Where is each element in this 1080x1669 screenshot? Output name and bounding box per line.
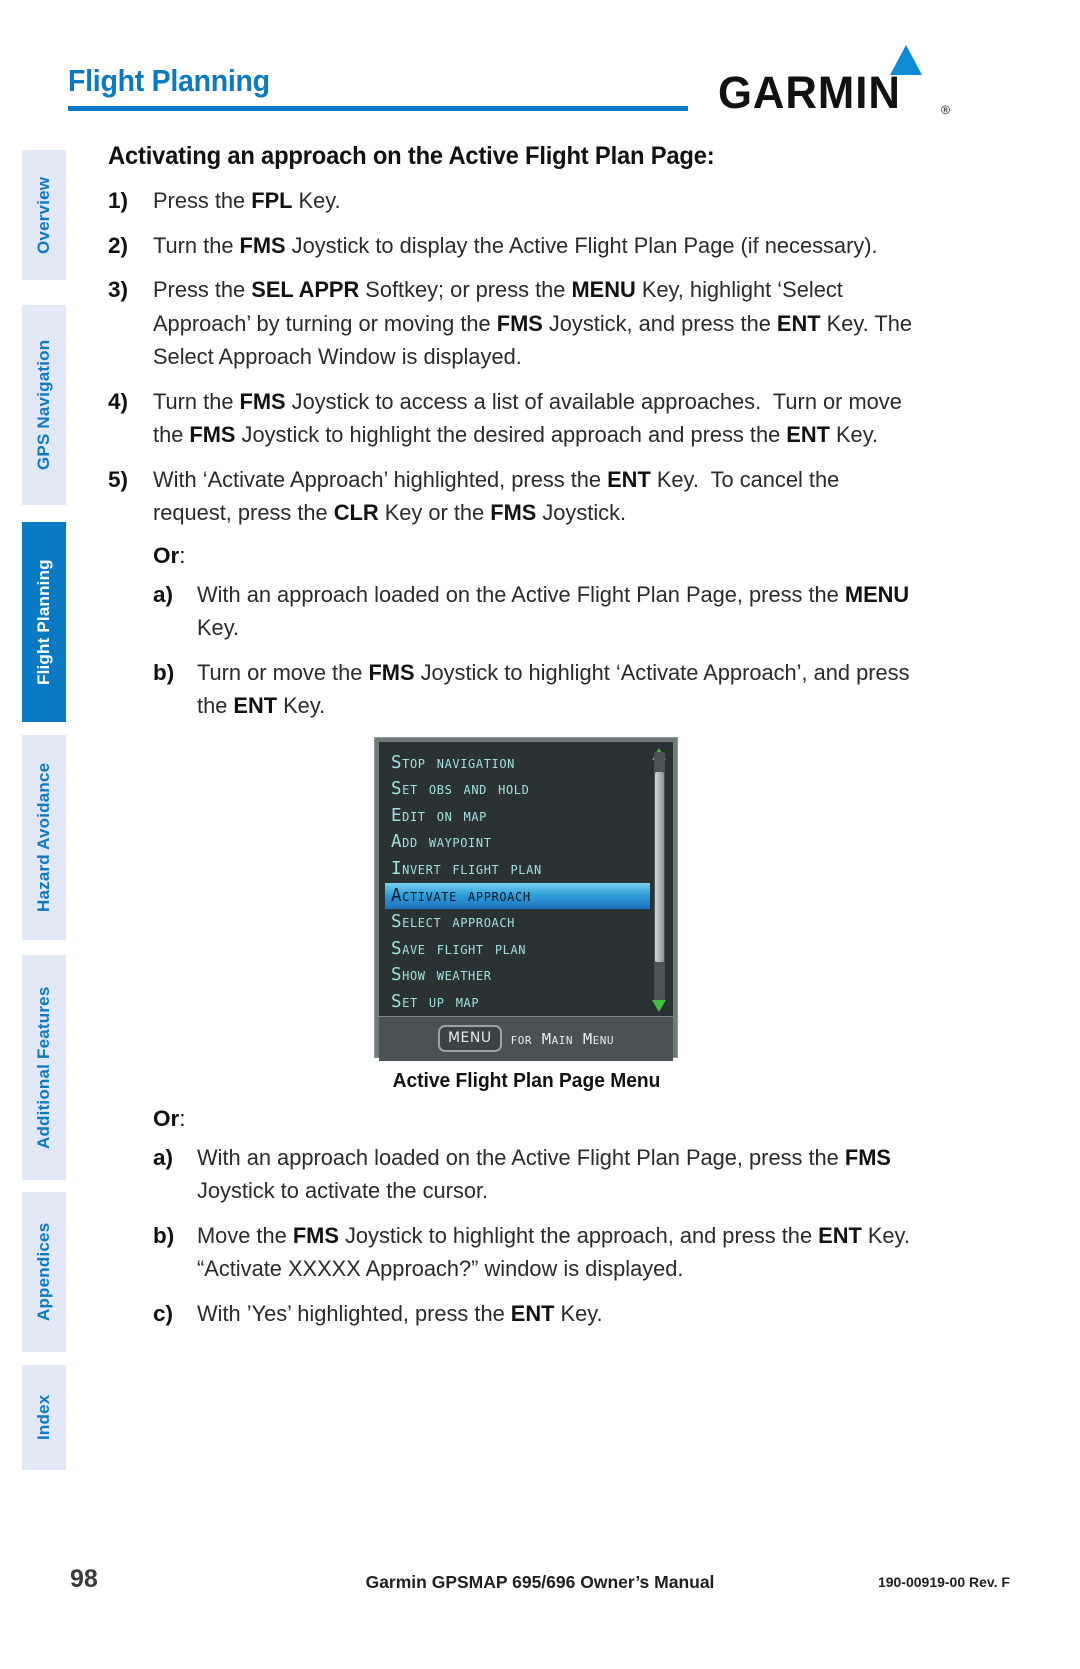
scrollbar-thumb[interactable] <box>655 771 664 962</box>
step-text: Press the SEL APPR Softkey; or press the… <box>153 277 912 370</box>
substep-a-text: With an approach loaded on the Active Fl… <box>197 581 910 641</box>
step-marker: 2) <box>108 232 129 258</box>
or-word-2: Or <box>153 1105 180 1131</box>
substep-b-text: With an approach loaded on the Active Fl… <box>197 1144 891 1204</box>
or-label-2: Or: <box>153 1106 944 1132</box>
device-menu-item[interactable]: Show Weather <box>389 962 673 989</box>
substep-list-1: a) With an approach loaded on the Active … <box>153 578 944 723</box>
device-screen-inner: Stop Navigation Set OBS and Hold Edit on M… <box>379 741 673 1061</box>
step-1: 1) Press the FPL Key. <box>108 184 944 218</box>
substep-a-2: b) Turn or move the FMS Joystick to highl… <box>153 656 944 723</box>
sidebar-tab-index[interactable]: Index <box>22 1365 66 1470</box>
sidebar-tab-label: Additional Features <box>34 986 53 1149</box>
sidebar-tab-label: Hazard Avoidance <box>34 762 53 913</box>
device-menu-item[interactable]: Stop Navigation <box>389 750 673 777</box>
step-text: With ‘Activate Approach’ highlighted, pr… <box>153 466 840 526</box>
sidebar-tab-additional-features[interactable]: Additional Features <box>22 955 66 1180</box>
page-footer: 98 Garmin GPSMAP 695/696 Owner’s Manual … <box>0 1565 1080 1599</box>
step-marker: 3) <box>108 277 129 303</box>
gps-device-screen: Stop Navigation Set OBS and Hold Edit on M… <box>374 736 678 1061</box>
device-menu-item[interactable]: Set Up Map <box>389 989 673 1016</box>
substep-b-text: Move the FMS Joystick to highlight the a… <box>197 1222 916 1282</box>
device-menu-item[interactable]: Invert Flight Plan <box>389 856 673 883</box>
substep-a-marker: a) <box>153 581 174 607</box>
or-word-1: Or <box>153 542 180 568</box>
sidebar-tab-label: Appendices <box>34 1222 53 1322</box>
section-heading: Activating an approach on the Active Fli… <box>108 142 715 170</box>
step-5: 5) With ‘Activate Approach’ highlighted, … <box>108 463 944 530</box>
header-divider <box>68 106 688 111</box>
substep-b-marker: a) <box>153 1144 174 1170</box>
sidebar-tab-label: GPS Navigation <box>34 339 53 471</box>
step-text: Press the FPL Key. <box>153 188 341 213</box>
step-marker: 5) <box>108 466 129 492</box>
main-content: Activating an approach on the Active Fli… <box>108 142 944 1341</box>
footer-part-number: 190-00919-00 Rev. F <box>877 1574 1010 1590</box>
device-footer-hint: MENU for Main Menu <box>379 1015 673 1061</box>
registered-mark: ® <box>941 103 950 117</box>
sidebar-tab-label: Index <box>34 1394 53 1441</box>
step-text: Turn the FMS Joystick to display the Act… <box>153 232 878 258</box>
substep-b-2: b) Move the FMS Joystick to highlight the… <box>153 1219 944 1286</box>
substep-b-1: a) With an approach loaded on the Active … <box>153 1141 944 1208</box>
substep-b-marker: b) <box>153 1222 175 1248</box>
substep-b-marker: c) <box>153 1300 174 1326</box>
sidebar-tab-hazard-avoidance[interactable]: Hazard Avoidance <box>22 735 66 940</box>
substep-a-1: a) With an approach loaded on the Active … <box>153 578 944 645</box>
device-menu-item-selected[interactable]: Activate Approach <box>385 882 650 910</box>
garmin-logo: GARMIN ® <box>718 45 950 119</box>
step-text: Turn the FMS Joystick to access a list o… <box>153 388 902 448</box>
device-menu-list[interactable]: Stop Navigation Set OBS and Hold Edit on M… <box>379 742 673 1016</box>
sidebar-tab-appendices[interactable]: Appendices <box>22 1192 66 1352</box>
step-marker: 4) <box>108 388 129 414</box>
sidebar-tab-flight-planning[interactable]: Flight Planning <box>22 522 66 722</box>
or-colon-1: : <box>179 542 186 568</box>
page-title: Flight Planning <box>68 63 270 98</box>
device-menu-item[interactable]: Edit on Map <box>389 803 673 830</box>
menu-key-hint-text: for Main Menu <box>510 1029 615 1048</box>
step-marker: 1) <box>108 188 129 213</box>
garmin-wordmark: GARMIN <box>718 67 901 118</box>
menu-key-button[interactable]: MENU <box>437 1025 502 1053</box>
device-screenshot-figure: Stop Navigation Set OBS and Hold Edit on M… <box>108 736 944 1093</box>
substep-a-marker: b) <box>153 659 175 685</box>
sidebar-tab-overview[interactable]: Overview <box>22 150 66 280</box>
substep-a-text: Turn or move the FMS Joystick to highlig… <box>197 659 910 719</box>
step-3: 3) Press the SEL APPR Softkey; or press t… <box>108 273 944 374</box>
device-menu-item[interactable]: Select Approach <box>389 909 673 936</box>
sidebar-tab-label: Overview <box>34 176 53 254</box>
device-menu-item[interactable]: Save Flight Plan <box>389 936 673 963</box>
sidebar-tab-label: Flight Planning <box>34 559 53 685</box>
figure-caption: Active Flight Plan Page Menu <box>392 1069 660 1092</box>
sidebar-tab-gps-navigation[interactable]: GPS Navigation <box>22 305 66 505</box>
section-tab-sidebar: Overview GPS Navigation Flight Planning Haz… <box>22 150 66 1470</box>
numbered-step-list: 1) Press the FPL Key. 2) Turn the FMS Joyst… <box>108 184 944 530</box>
scrollbar-track[interactable] <box>654 751 665 1000</box>
step-4: 4) Turn the FMS Joystick to access a list… <box>108 385 944 452</box>
scroll-down-arrow-icon[interactable] <box>652 999 666 1012</box>
substep-b-text: With ’Yes’ highlighted, press the ENT Ke… <box>197 1300 603 1326</box>
device-menu-item[interactable]: Add Waypoint <box>389 829 673 856</box>
or-label-1: Or: <box>153 543 944 569</box>
page-header: Flight Planning GARMIN ® <box>68 45 950 135</box>
device-menu-item[interactable]: Set OBS and Hold <box>389 776 673 803</box>
substep-b-3: c) With ’Yes’ highlighted, press the ENT … <box>153 1297 944 1331</box>
substep-list-2: a) With an approach loaded on the Active … <box>153 1141 944 1331</box>
step-2: 2) Turn the FMS Joystick to display the A… <box>108 229 944 263</box>
or-colon-2: : <box>179 1105 186 1131</box>
